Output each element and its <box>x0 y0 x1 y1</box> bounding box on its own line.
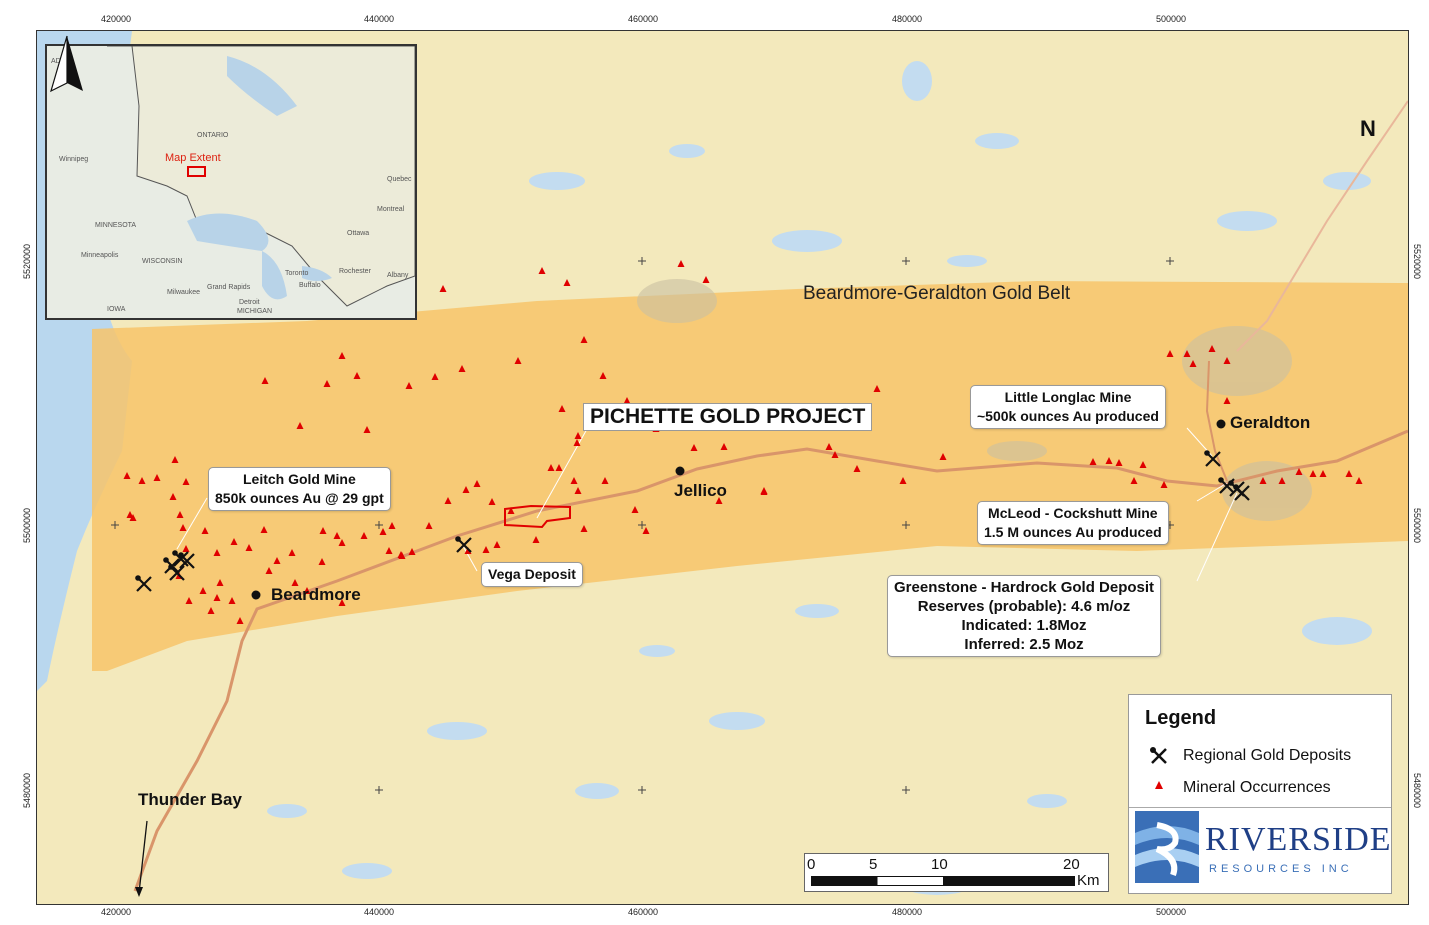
inset-label-detroit: Detroit <box>239 299 260 306</box>
coord-top-4: 480000 <box>892 14 923 24</box>
inset-label-grand-rapids: Grand Rapids <box>207 284 251 291</box>
riverside-logo-icon <box>1135 811 1199 883</box>
little-longlac-callout-detail: ~500k ounces Au produced <box>977 408 1159 424</box>
legend-item-gold-deposits: Regional Gold Deposits <box>1149 747 1351 765</box>
north-label: N <box>1360 116 1376 141</box>
geraldton-dot <box>1216 419 1226 429</box>
inset-label-milwaukee: Milwaukee <box>167 289 201 296</box>
jellico-label: Jellico <box>674 481 727 500</box>
coord-top-5: 500000 <box>1156 14 1187 24</box>
coord-top-2: 440000 <box>364 14 395 24</box>
scale-unit: Km <box>1077 872 1100 889</box>
legend-label-mineral-occurrences: Mineral Occurrences <box>1183 779 1331 796</box>
inset-label-rochester: Rochester <box>339 268 371 275</box>
greenstone-callout: Greenstone - Hardrock Gold Deposit Reser… <box>887 575 1162 657</box>
jellico-dot <box>675 466 685 476</box>
inset-label-minnesota: MINNESOTA <box>95 222 137 229</box>
map-frame[interactable]: Map Extent ADA Winnipeg ONTARIO MINNESOT… <box>36 30 1409 905</box>
inset-label-albany: Albany <box>387 272 409 279</box>
scale-label-20: 20 <box>1063 856 1080 873</box>
inset-label-michigan: MICHIGAN <box>237 308 272 315</box>
inset-label-winnipeg: Winnipeg <box>59 156 89 163</box>
coord-bottom-2: 440000 <box>364 907 395 917</box>
mcleod-callout-detail: 1.5 M ounces Au produced <box>984 524 1162 540</box>
legend-item-mineral-occurrences: Mineral Occurrences <box>1149 779 1331 797</box>
riverside-logo: RIVERSIDE RESOURCES INC <box>1135 811 1391 887</box>
coord-right-2: 5500000 <box>1412 508 1422 544</box>
scale-label-0: 0 <box>807 856 816 873</box>
geraldton-label: Geraldton <box>1230 413 1311 432</box>
vega-callout-title: Vega Deposit <box>488 566 576 582</box>
coord-left-2: 5500000 <box>22 508 32 544</box>
inset-canvas <box>47 46 415 318</box>
vega-callout: Vega Deposit <box>481 562 583 587</box>
mcleod-callout-title: McLeod - Cockshutt Mine <box>988 505 1158 521</box>
scale-label-10: 10 <box>931 856 948 873</box>
little-longlac-callout: Little Longlac Mine ~500k ounces Au prod… <box>970 385 1166 429</box>
logo-text-main: RIVERSIDE <box>1205 821 1392 858</box>
leitch-callout-detail: 850k ounces Au @ 29 gpt <box>215 490 384 506</box>
thunder-bay-label: Thunder Bay <box>138 790 242 809</box>
legend-title: Legend <box>1145 707 1217 729</box>
north-arrow-icon <box>50 35 83 93</box>
inset-label-toronto: Toronto <box>285 270 309 277</box>
beardmore-dot <box>251 590 261 600</box>
coord-right-1: 5520000 <box>1412 244 1422 280</box>
scale-bar: 0 5 10 20 Km <box>804 853 1109 892</box>
project-title: PICHETTE GOLD PROJECT <box>583 403 873 431</box>
coord-top-1: 420000 <box>101 14 132 24</box>
coord-right-3: 5480000 <box>1412 773 1422 809</box>
coord-bottom-4: 480000 <box>892 907 923 917</box>
belt-label: Beardmore-Geraldton Gold Belt <box>803 283 1071 304</box>
legend-panel: Legend Regional Gold Deposits Mineral Oc… <box>1128 694 1392 894</box>
mcleod-callout: McLeod - Cockshutt Mine 1.5 M ounces Au … <box>977 501 1169 545</box>
little-longlac-callout-title: Little Longlac Mine <box>1004 389 1132 405</box>
legend-divider <box>1129 807 1391 808</box>
inset-map[interactable]: Map Extent ADA Winnipeg ONTARIO MINNESOT… <box>45 44 417 320</box>
inset-label-iowa: IOWA <box>107 306 126 313</box>
greenstone-callout-title: Greenstone - Hardrock Gold Deposit <box>894 579 1155 596</box>
coord-bottom-1: 420000 <box>101 907 132 917</box>
logo-text-sub: RESOURCES INC <box>1209 863 1353 875</box>
coord-left-1: 5520000 <box>22 244 32 280</box>
inset-label-ontario: ONTARIO <box>197 132 229 139</box>
leitch-callout: Leitch Gold Mine 850k ounces Au @ 29 gpt <box>208 467 391 511</box>
inset-label-ottawa: Ottawa <box>347 230 370 237</box>
greenstone-callout-inferred: Inferred: 2.5 Moz <box>964 636 1084 653</box>
coord-left-3: 5480000 <box>22 773 32 809</box>
inset-label-buffalo: Buffalo <box>299 282 321 289</box>
leitch-callout-title: Leitch Gold Mine <box>242 471 356 487</box>
inset-label-montreal: Montreal <box>377 206 405 213</box>
greenstone-callout-indicated: Indicated: 1.8Moz <box>961 617 1087 634</box>
legend-label-gold-deposits: Regional Gold Deposits <box>1183 747 1352 764</box>
inset-label-wisconsin: WISCONSIN <box>142 258 183 265</box>
coord-bottom-3: 460000 <box>628 907 659 917</box>
beardmore-label: Beardmore <box>271 585 361 604</box>
map-extent-label: Map Extent <box>165 152 221 164</box>
inset-label-minneapolis: Minneapolis <box>81 252 119 259</box>
coord-top-3: 460000 <box>628 14 659 24</box>
scale-bar-segments <box>811 876 1075 886</box>
scale-label-5: 5 <box>869 856 878 873</box>
inset-label-quebec: Quebec <box>387 176 412 183</box>
greenstone-callout-reserves: Reserves (probable): 4.6 m/oz <box>917 598 1131 615</box>
coord-bottom-5: 500000 <box>1156 907 1187 917</box>
